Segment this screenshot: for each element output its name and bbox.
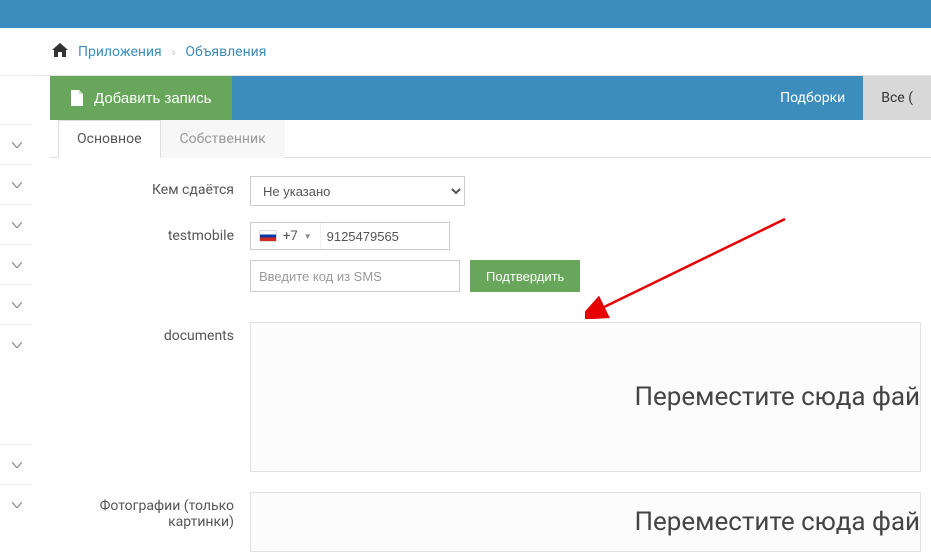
top-bar xyxy=(0,0,931,28)
sidebar-collapse-8[interactable] xyxy=(0,484,33,524)
add-record-label: Добавить запись xyxy=(94,90,212,107)
left-sidebar xyxy=(0,28,33,551)
tab-main[interactable]: Основное xyxy=(58,120,161,158)
home-icon[interactable] xyxy=(52,42,68,61)
header-selections[interactable]: Подборки xyxy=(762,76,863,120)
sidebar-collapse-7[interactable] xyxy=(0,444,33,484)
label-photos: Фотографии (только картинки) xyxy=(50,492,250,530)
flag-ru-icon xyxy=(259,230,277,242)
sidebar-collapse-6[interactable] xyxy=(0,324,33,364)
label-testmobile: testmobile xyxy=(50,222,250,244)
photos-dropzone-text: Переместите сюда фай xyxy=(634,507,920,537)
select-rented-by[interactable]: Не указано xyxy=(250,176,465,206)
phone-prefix-text: +7 xyxy=(283,229,298,244)
documents-dropzone-text: Переместите сюда фай xyxy=(634,382,920,412)
breadcrumb-ads[interactable]: Объявления xyxy=(185,44,266,60)
phone-field: +7 ▼ xyxy=(250,222,450,250)
breadcrumb-apps[interactable]: Приложения xyxy=(78,44,162,60)
chevron-down-icon xyxy=(12,262,22,268)
header-all[interactable]: Все ( xyxy=(863,76,931,120)
chevron-down-icon xyxy=(12,342,22,348)
tabs: Основное Собственник xyxy=(50,120,931,158)
sidebar-collapse-3[interactable] xyxy=(0,204,33,244)
photos-dropzone[interactable]: Переместите сюда фай xyxy=(250,492,921,552)
chevron-down-icon xyxy=(12,222,22,228)
sidebar-collapse-2[interactable] xyxy=(0,164,33,204)
sms-code-input[interactable] xyxy=(250,260,460,292)
label-documents: documents xyxy=(50,322,250,344)
tab-owner[interactable]: Собственник xyxy=(161,120,285,158)
phone-country-selector[interactable]: +7 ▼ xyxy=(251,223,321,249)
chevron-down-icon xyxy=(12,462,22,468)
confirm-button[interactable]: Подтвердить xyxy=(470,260,580,292)
sidebar-collapse-4[interactable] xyxy=(0,244,33,284)
chevron-down-icon xyxy=(12,182,22,188)
chevron-down-icon xyxy=(12,302,22,308)
file-icon xyxy=(70,90,84,106)
documents-dropzone[interactable]: Переместите сюда фай xyxy=(250,322,921,472)
phone-input[interactable] xyxy=(321,223,431,249)
caret-down-icon: ▼ xyxy=(304,232,312,241)
header-bar: Добавить запись Подборки Все ( xyxy=(50,76,931,120)
chevron-down-icon xyxy=(12,142,22,148)
label-rented-by: Кем сдаётся xyxy=(50,176,250,198)
add-record-button[interactable]: Добавить запись xyxy=(50,76,232,120)
breadcrumb: Приложения › Объявления xyxy=(0,28,931,76)
breadcrumb-separator: › xyxy=(172,45,176,59)
sidebar-collapse-5[interactable] xyxy=(0,284,33,324)
sidebar-collapse-1[interactable] xyxy=(0,124,33,164)
chevron-down-icon xyxy=(12,502,22,508)
